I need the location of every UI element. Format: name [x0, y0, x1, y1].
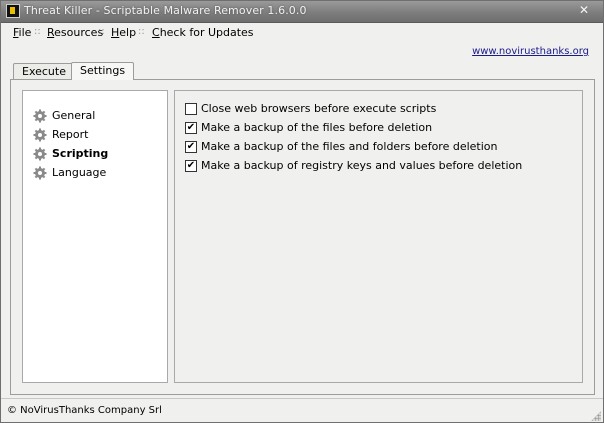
app-window: Threat Killer - Scriptable Malware Remov…	[0, 0, 604, 423]
nav-item-label: Scripting	[52, 147, 109, 160]
nav-item-label: Language	[52, 166, 107, 179]
scripting-options: Close web browsers before execute script…	[174, 90, 583, 383]
menu-separator: ::	[98, 26, 105, 37]
option-label: Make a backup of registry keys and value…	[201, 159, 523, 172]
menu-resources[interactable]: Resources	[47, 26, 103, 39]
gear-icon	[33, 147, 47, 161]
checkbox[interactable]: ✔	[185, 141, 197, 153]
app-icon[interactable]	[6, 4, 20, 18]
gear-icon	[33, 166, 47, 180]
gear-icon	[33, 109, 47, 123]
website-link[interactable]: www.novirusthanks.org	[472, 46, 589, 57]
nav-item-label: Report	[52, 128, 89, 141]
settings-nav: General Report Scripting Language	[22, 90, 168, 383]
resize-grip-icon[interactable]	[591, 411, 601, 421]
option-label: Make a backup of the files and folders b…	[201, 140, 498, 153]
menu-file[interactable]: File	[13, 26, 31, 39]
checkbox[interactable]: ✔	[185, 160, 197, 172]
menu-check-updates[interactable]: Check for Updates	[152, 26, 254, 39]
checkbox[interactable]	[185, 103, 197, 115]
title-bar[interactable]: Threat Killer - Scriptable Malware Remov…	[1, 1, 603, 23]
tab-execute[interactable]: Execute	[13, 63, 75, 79]
window-title: Threat Killer - Scriptable Malware Remov…	[24, 4, 307, 17]
menu-help[interactable]: Help	[111, 26, 136, 39]
status-bar: © NoVirusThanks Company Srl	[1, 398, 603, 423]
close-button[interactable]: ✕	[571, 3, 597, 18]
settings-panel: General Report Scripting Language Close …	[10, 79, 595, 395]
option-label: Close web browsers before execute script…	[201, 102, 437, 115]
checkbox[interactable]: ✔	[185, 122, 197, 134]
tab-settings[interactable]: Settings	[71, 62, 135, 80]
copyright-text: © NoVirusThanks Company Srl	[7, 405, 162, 416]
gear-icon	[33, 128, 47, 142]
menu-separator: ::	[138, 26, 145, 37]
menu-separator: ::	[34, 26, 41, 37]
option-label: Make a backup of the files before deleti…	[201, 121, 433, 134]
nav-item-label: General	[52, 109, 96, 122]
menu-bar: File :: Resources :: Help :: Check for U…	[1, 23, 603, 43]
